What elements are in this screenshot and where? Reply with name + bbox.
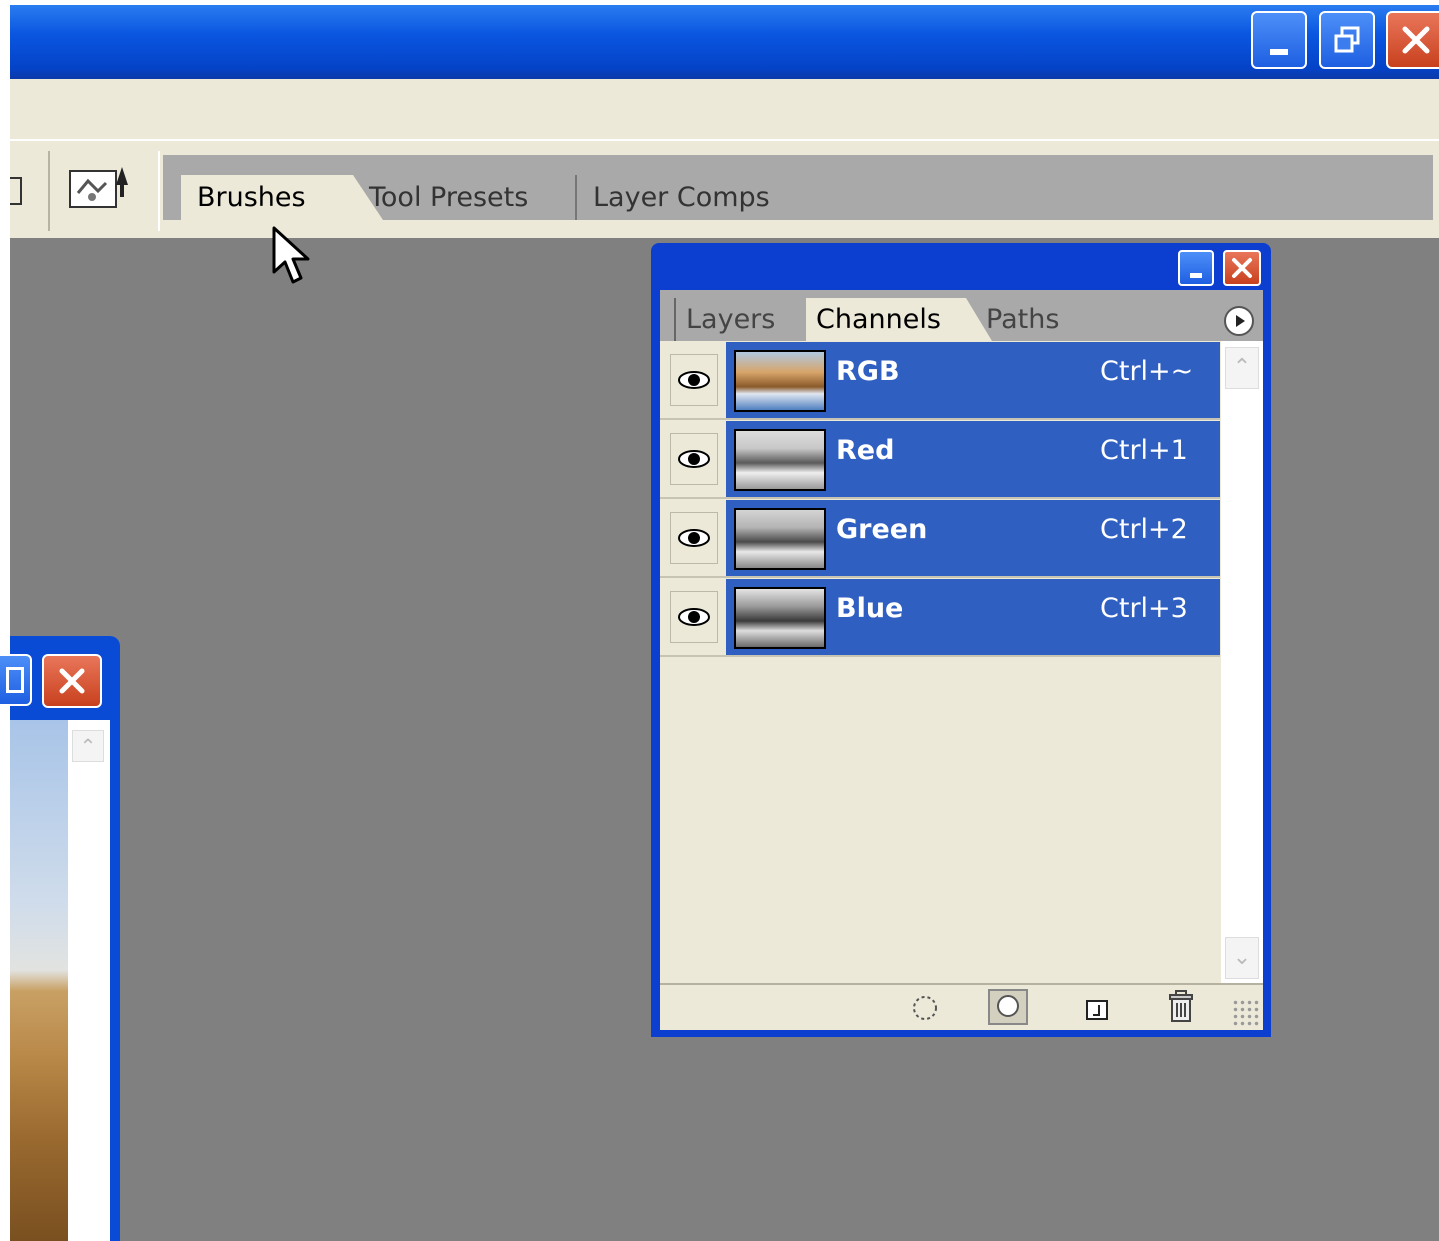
resize-grip-icon[interactable]: [1232, 999, 1260, 1027]
trash-icon: [1169, 990, 1193, 1022]
channel-shortcut: Ctrl+2: [1100, 514, 1188, 545]
palette-well: Brushes Tool Presets Layer Comps: [163, 155, 1433, 220]
channel-name: Green: [836, 514, 928, 545]
visibility-toggle[interactable]: [670, 433, 718, 485]
visibility-toggle[interactable]: [670, 512, 718, 564]
create-new-channel-button[interactable]: [1084, 993, 1114, 1023]
tool-option-icon[interactable]: [10, 177, 22, 205]
menu-bar: [10, 79, 1439, 141]
doc-close-button[interactable]: [42, 654, 102, 708]
channel-name: RGB: [836, 356, 900, 387]
palette-toggle-icon: [69, 167, 128, 208]
mouse-cursor-icon: [272, 226, 312, 288]
channels-palette-tabs: Layers Channels Paths: [660, 290, 1263, 341]
eye-icon: [678, 371, 710, 389]
restore-icon: [1334, 26, 1360, 53]
eye-icon: [678, 608, 710, 626]
restore-button[interactable]: [1319, 11, 1375, 69]
main-title-bar: [10, 5, 1439, 79]
row-divider: [660, 418, 1220, 420]
minimize-icon: [1270, 49, 1288, 55]
channels-vertical-scrollbar[interactable]: ⌃ ⌄: [1221, 341, 1263, 983]
close-button[interactable]: [1386, 11, 1439, 69]
channel-shortcut: Ctrl+1: [1100, 435, 1188, 466]
palette-minimize-button[interactable]: [1178, 250, 1214, 286]
doc-vertical-scrollbar[interactable]: ⌃: [68, 720, 110, 1241]
close-icon: [1232, 258, 1252, 278]
channels-palette-footer: [660, 983, 1263, 1030]
options-separator-2: [158, 151, 160, 231]
toggle-palette-button[interactable]: [68, 163, 130, 213]
channel-thumbnail: [734, 508, 826, 570]
channel-row-rgb[interactable]: RGB Ctrl+~: [660, 342, 1220, 420]
channel-thumbnail: [734, 429, 826, 491]
visibility-toggle[interactable]: [670, 354, 718, 406]
channel-shortcut: Ctrl+3: [1100, 593, 1188, 624]
new-channel-icon: [1086, 1000, 1108, 1020]
save-selection-icon: [997, 995, 1019, 1017]
palette-menu-arrow-icon: [1236, 315, 1245, 327]
palette-close-button[interactable]: [1223, 250, 1261, 286]
scroll-up-arrow-icon[interactable]: ⌃: [72, 730, 104, 762]
tab-tool-presets[interactable]: Tool Presets: [353, 175, 558, 220]
tab-channels[interactable]: Channels: [806, 298, 992, 341]
scroll-up-arrow-icon[interactable]: ⌃: [1225, 347, 1259, 389]
tab-paths[interactable]: Paths: [976, 298, 1086, 341]
eye-icon: [678, 450, 710, 468]
palette-menu-button[interactable]: [1224, 306, 1254, 336]
tab-layer-comps[interactable]: Layer Comps: [575, 175, 805, 220]
load-selection-icon: [913, 996, 937, 1020]
delete-channel-button[interactable]: [1166, 989, 1196, 1025]
row-divider: [660, 576, 1220, 578]
row-divider: [660, 497, 1220, 499]
minimize-button[interactable]: [1251, 11, 1307, 69]
tab-layers[interactable]: Layers: [674, 298, 802, 341]
minimize-icon: [1190, 272, 1202, 278]
visibility-toggle[interactable]: [670, 591, 718, 643]
doc-restore-button[interactable]: [0, 654, 32, 706]
row-divider: [660, 655, 1220, 657]
eye-icon: [678, 529, 710, 547]
close-icon: [1402, 26, 1430, 54]
restore-icon: [6, 667, 24, 693]
channel-row-red[interactable]: Red Ctrl+1: [660, 421, 1220, 499]
document-canvas-image[interactable]: [10, 720, 68, 1241]
options-separator: [48, 151, 50, 231]
channel-thumbnail: [734, 350, 826, 412]
close-icon: [59, 668, 85, 694]
scroll-down-arrow-icon[interactable]: ⌄: [1225, 937, 1259, 979]
channel-shortcut: Ctrl+~: [1100, 356, 1194, 387]
channel-thumbnail: [734, 587, 826, 649]
load-channel-as-selection-button[interactable]: [908, 991, 942, 1025]
channel-name: Red: [836, 435, 895, 466]
channel-row-blue[interactable]: Blue Ctrl+3: [660, 579, 1220, 657]
save-selection-as-channel-button[interactable]: [988, 989, 1028, 1025]
channel-row-green[interactable]: Green Ctrl+2: [660, 500, 1220, 578]
tab-brushes[interactable]: Brushes: [181, 175, 383, 220]
channel-name: Blue: [836, 593, 904, 624]
